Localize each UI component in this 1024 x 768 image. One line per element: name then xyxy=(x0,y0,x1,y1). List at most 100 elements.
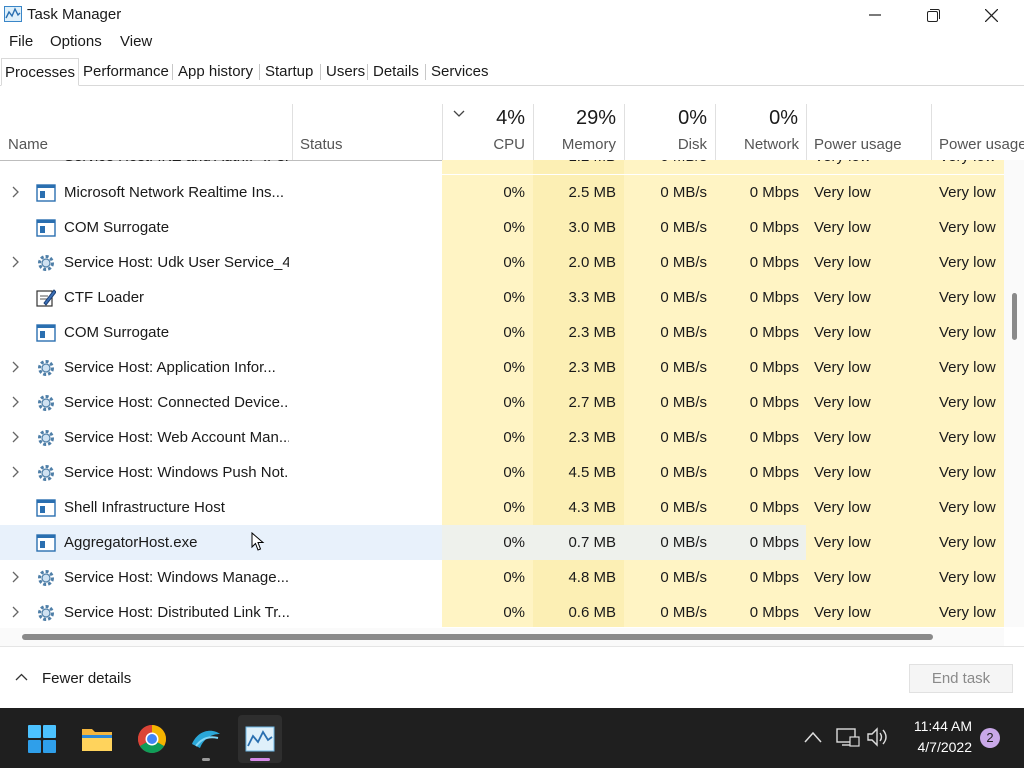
process-power-usage: Very low xyxy=(814,604,871,621)
process-power-usage-trend: Very low xyxy=(939,254,996,271)
header-memory[interactable]: Memory xyxy=(533,136,616,153)
process-network: 0 Mbps xyxy=(749,394,799,411)
process-power-usage-trend: Very low xyxy=(939,394,996,411)
end-task-button[interactable]: End task xyxy=(909,664,1013,693)
chevron-right-icon[interactable] xyxy=(10,396,22,408)
header-cpu[interactable]: CPU xyxy=(442,136,525,153)
process-memory: 2.0 MB xyxy=(568,254,616,271)
process-disk: 0 MB/s xyxy=(660,569,707,586)
table-row[interactable]: Service Host: Windows Push Not... 0% 4.5 M… xyxy=(0,455,1004,490)
clock-date[interactable]: 4/7/2022 xyxy=(900,739,973,755)
chevron-right-icon[interactable] xyxy=(10,361,22,373)
chevron-right-icon[interactable] xyxy=(10,431,22,443)
table-row[interactable]: COM Surrogate 0% 3.0 MB 0 MB/s 0 Mbps Very lo… xyxy=(0,210,1004,245)
tab-services[interactable]: Services xyxy=(431,58,489,85)
table-row[interactable]: Service Host: Application Infor... 0% 2.3 … xyxy=(0,350,1004,385)
table-row[interactable]: Service Host: Windows Manage... 0% 4.8 MB 0… xyxy=(0,560,1004,595)
process-power-usage: Very low xyxy=(814,394,871,411)
process-name: COM Surrogate xyxy=(64,219,170,236)
process-power-usage-trend: Very low xyxy=(939,534,996,551)
header-status[interactable]: Status xyxy=(300,136,343,153)
process-memory: 0.7 MB xyxy=(568,534,616,551)
restore-icon xyxy=(926,8,940,22)
window-title: Task Manager xyxy=(27,6,122,23)
tab-processes[interactable]: Processes xyxy=(1,58,79,86)
menu-file[interactable]: File xyxy=(9,33,33,50)
table-row[interactable]: Microsoft Network Realtime Ins... 0% 2.5 M… xyxy=(0,175,1004,210)
tab-divider xyxy=(425,64,426,80)
chevron-right-icon[interactable] xyxy=(10,606,22,618)
header-power-usage-trend[interactable]: Power usage xyxy=(939,136,1024,153)
process-name: Service Host: Connected Device... xyxy=(64,394,289,411)
process-memory: 4.3 MB xyxy=(568,499,616,516)
chevron-right-icon[interactable] xyxy=(10,466,22,478)
header-network[interactable]: Network xyxy=(715,136,799,153)
volume-icon[interactable] xyxy=(866,727,890,747)
header-name[interactable]: Name xyxy=(8,136,48,153)
header-disk[interactable]: Disk xyxy=(624,136,707,153)
tab-users[interactable]: Users xyxy=(326,58,365,85)
header-power-usage[interactable]: Power usage xyxy=(814,136,902,153)
process-power-usage: Very low xyxy=(814,569,871,586)
process-power-usage: Very low xyxy=(814,534,871,551)
process-power-usage-trend: Very low xyxy=(939,324,996,341)
header-disk-percent: 0% xyxy=(678,107,707,129)
close-button[interactable] xyxy=(962,0,1020,30)
process-cpu: 0% xyxy=(503,359,525,376)
chevron-right-icon[interactable] xyxy=(10,186,22,198)
tab-details[interactable]: Details xyxy=(373,58,419,85)
process-cpu: 0% xyxy=(503,569,525,586)
table-row[interactable]: CTF Loader 0% 3.3 MB 0 MB/s 0 Mbps Very low Ve… xyxy=(0,280,1004,315)
process-cpu: 0% xyxy=(503,464,525,481)
table-row[interactable]: Service Host: Web Account Man... 0% 2.3 MB… xyxy=(0,420,1004,455)
vertical-scrollbar[interactable] xyxy=(1004,160,1024,627)
process-power-usage: Very low xyxy=(814,429,871,446)
taskbar-task-manager[interactable] xyxy=(238,715,282,763)
network-icon[interactable] xyxy=(836,727,860,747)
chevron-right-icon[interactable] xyxy=(10,256,22,268)
footer xyxy=(0,646,1024,709)
taskbar-chrome[interactable] xyxy=(130,715,174,763)
restore-button[interactable] xyxy=(904,0,962,30)
notification-badge[interactable]: 2 xyxy=(980,728,1000,748)
start-button[interactable] xyxy=(20,715,64,763)
process-cpu: 0% xyxy=(503,324,525,341)
table-row[interactable]: Service Host: Udk User Service_4... 0% 2.0… xyxy=(0,245,1004,280)
process-cpu: 0% xyxy=(503,289,525,306)
process-cpu: 0% xyxy=(503,184,525,201)
table-row[interactable]: Service Host: Distributed Link Tr... 0% 0.… xyxy=(0,595,1004,627)
minimize-button[interactable] xyxy=(846,0,904,30)
process-power-usage: Very low xyxy=(814,359,871,376)
table-row[interactable]: Service Host: IKE and AuthIP IPs... 1.2 M… xyxy=(0,160,1004,174)
menu-options[interactable]: Options xyxy=(50,33,102,50)
process-power-usage-trend: Very low xyxy=(939,184,996,201)
menu-view[interactable]: View xyxy=(120,33,152,50)
window-icon xyxy=(36,219,56,237)
process-power-usage-trend: Very low xyxy=(939,359,996,376)
horizontal-scroll-thumb[interactable] xyxy=(22,634,933,640)
process-network: 0 Mbps xyxy=(749,429,799,446)
process-memory: 2.3 MB xyxy=(568,359,616,376)
taskbar-app[interactable] xyxy=(184,715,228,763)
start-icon xyxy=(28,725,56,753)
vertical-scroll-thumb[interactable] xyxy=(1012,293,1017,340)
chevron-up-icon[interactable] xyxy=(804,731,822,743)
app-icon xyxy=(192,730,220,748)
tab-app-history[interactable]: App history xyxy=(178,58,253,85)
process-name: Microsoft Network Realtime Ins... xyxy=(64,184,285,201)
fewer-details-link[interactable]: Fewer details xyxy=(42,670,131,687)
gear-icon xyxy=(38,360,54,376)
tab-performance[interactable]: Performance xyxy=(83,58,169,85)
taskbar-file-explorer[interactable] xyxy=(75,715,119,763)
process-cpu: 0% xyxy=(503,429,525,446)
clock-time[interactable]: 11:44 AM xyxy=(900,718,972,734)
table-row[interactable]: COM Surrogate 0% 2.3 MB 0 MB/s 0 Mbps Very lo… xyxy=(0,315,1004,350)
chevron-right-icon[interactable] xyxy=(10,571,22,583)
table-row[interactable]: AggregatorHost.exe 0% 0.7 MB 0 MB/s 0 Mbps Ve… xyxy=(0,525,1004,560)
process-power-usage-trend: Very low xyxy=(939,429,996,446)
process-name: Service Host: Web Account Man... xyxy=(64,429,289,446)
chevron-up-icon[interactable] xyxy=(15,673,28,681)
tab-startup[interactable]: Startup xyxy=(265,58,313,85)
table-row[interactable]: Service Host: Connected Device... 0% 2.7 M… xyxy=(0,385,1004,420)
table-row[interactable]: Shell Infrastructure Host 0% 4.3 MB 0 MB/s 0… xyxy=(0,490,1004,525)
